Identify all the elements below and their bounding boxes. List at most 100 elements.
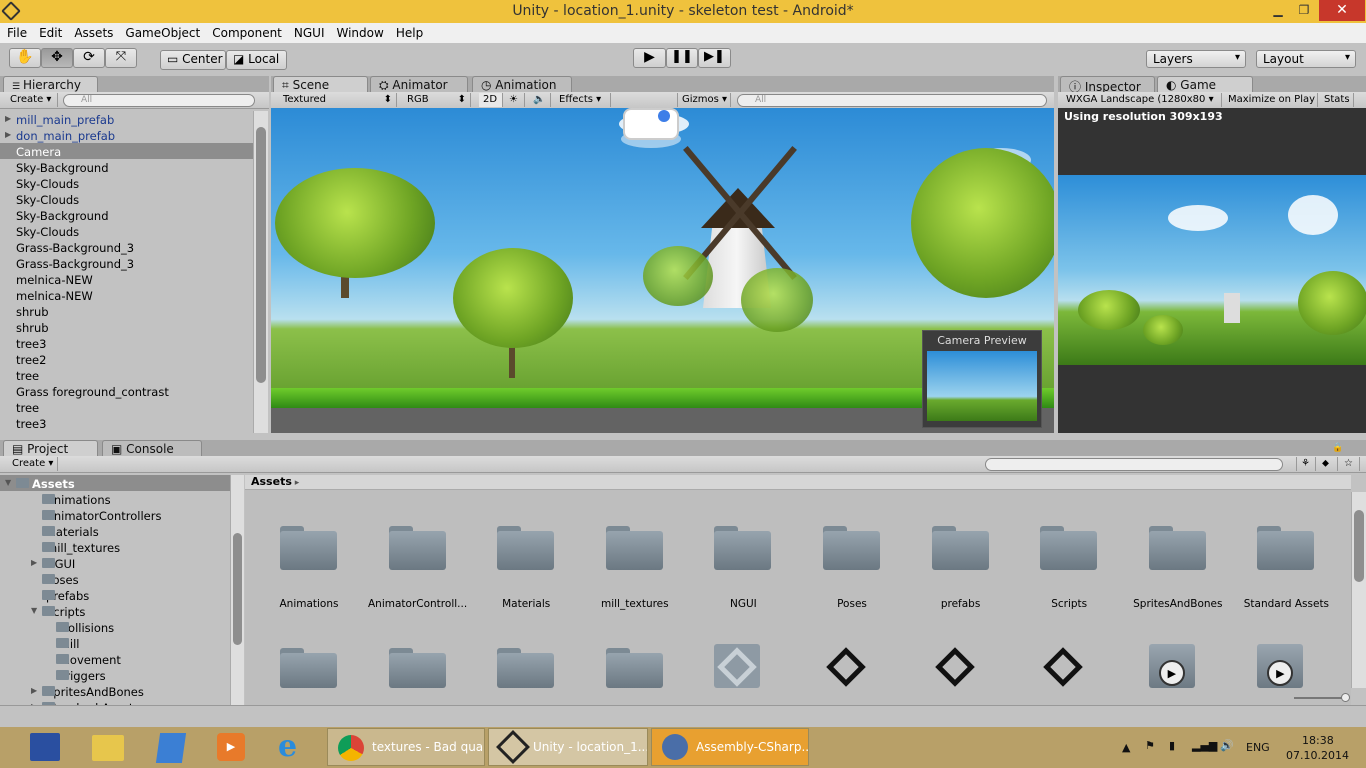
- project-search-input[interactable]: [985, 458, 1283, 471]
- asset-label[interactable]: mill_textures: [581, 598, 689, 610]
- internet-explorer-icon[interactable]: e: [278, 731, 310, 763]
- hierarchy-item[interactable]: ▶ don_main_prefab: [0, 127, 253, 143]
- expand-arrow-icon[interactable]: ▼: [31, 606, 37, 615]
- expand-arrow-icon[interactable]: ▶: [5, 114, 11, 123]
- folder-icon[interactable]: [388, 648, 446, 688]
- asset-label[interactable]: prefabs: [907, 598, 1015, 610]
- hierarchy-item[interactable]: Sky-Clouds: [0, 175, 253, 191]
- folder-icon[interactable]: [605, 526, 663, 570]
- aspect-dropdown[interactable]: WXGA Landscape (1280x80 ▾: [1062, 93, 1222, 107]
- move-tool-button[interactable]: ✥: [41, 48, 73, 68]
- clock-time[interactable]: 18:38: [1302, 734, 1334, 747]
- asset-label[interactable]: Poses: [798, 598, 906, 610]
- tab-project[interactable]: ▤ Project: [3, 440, 98, 456]
- breadcrumb-assets[interactable]: Assets: [245, 475, 292, 488]
- project-tree-item[interactable]: ▼ Scripts: [0, 603, 230, 619]
- hierarchy-item[interactable]: Grass-Background_3: [0, 239, 253, 255]
- project-assets-scrollbar[interactable]: [1351, 492, 1366, 688]
- asset-label[interactable]: Materials: [472, 598, 580, 610]
- project-tree-scrollbar[interactable]: [230, 475, 244, 705]
- menu-component[interactable]: Component: [205, 23, 287, 40]
- hierarchy-item[interactable]: shrub: [0, 303, 253, 319]
- asset-label[interactable]: Scripts: [1015, 598, 1123, 610]
- hierarchy-item[interactable]: tree: [0, 399, 253, 415]
- effects-dropdown[interactable]: Effects ▾: [555, 93, 611, 107]
- hierarchy-search-input[interactable]: All: [63, 94, 255, 107]
- hierarchy-item[interactable]: tree3: [0, 335, 253, 351]
- taskbar-unity[interactable]: Unity - location_1...: [488, 728, 648, 766]
- folder-icon[interactable]: [280, 526, 337, 570]
- shading-dropdown[interactable]: Textured ⬍: [279, 93, 397, 107]
- folder-icon[interactable]: [1257, 526, 1315, 570]
- hierarchy-item[interactable]: Grass-Background_3: [0, 255, 253, 271]
- hierarchy-item[interactable]: Sky-Background: [0, 207, 253, 223]
- taskbar-chrome[interactable]: textures - Bad qua...: [327, 728, 485, 766]
- game-view[interactable]: Using resolution 309x193: [1058, 108, 1366, 433]
- clock-date[interactable]: 07.10.2014: [1286, 749, 1349, 762]
- project-tree-item[interactable]: Triggers: [0, 667, 230, 683]
- hierarchy-scrollbar[interactable]: [253, 111, 268, 433]
- hierarchy-item[interactable]: shrub: [0, 319, 253, 335]
- network-icon[interactable]: ▂▄▆: [1192, 739, 1217, 752]
- hierarchy-item[interactable]: Sky-Background: [0, 159, 253, 175]
- minimize-button[interactable]: ▁: [1266, 0, 1290, 21]
- project-tree-item[interactable]: ▼ Assets: [0, 475, 230, 491]
- project-tree-item[interactable]: Poses: [0, 571, 230, 587]
- show-hidden-icons[interactable]: ▲: [1122, 741, 1130, 754]
- hierarchy-item[interactable]: tree3: [0, 415, 253, 431]
- menu-file[interactable]: File: [0, 23, 32, 40]
- project-tree-item[interactable]: Movement: [0, 651, 230, 667]
- folder-icon[interactable]: [931, 526, 989, 570]
- tab-scene[interactable]: ⌗ Scene: [273, 76, 368, 92]
- menu-edit[interactable]: Edit: [32, 23, 67, 40]
- project-tree-item[interactable]: ▶ SpritesAndBones: [0, 683, 230, 699]
- project-tree-item[interactable]: prefabs: [0, 587, 230, 603]
- hierarchy-item[interactable]: tree: [0, 367, 253, 383]
- project-tree-item[interactable]: AnimatorControllers: [0, 507, 230, 523]
- expand-arrow-icon[interactable]: ▶: [5, 130, 11, 139]
- tab-hierarchy[interactable]: ☰ Hierarchy: [3, 76, 98, 92]
- folder-icon[interactable]: [1040, 526, 1098, 570]
- project-tree-item[interactable]: Animations: [0, 491, 230, 507]
- folder-icon[interactable]: [605, 648, 663, 688]
- hierarchy-item[interactable]: tree2: [0, 351, 253, 367]
- hierarchy-item[interactable]: melnica-NEW: [0, 271, 253, 287]
- play-button[interactable]: ▶: [633, 48, 666, 68]
- filter-type-icon[interactable]: ⚘: [1296, 457, 1316, 471]
- project-tree-item[interactable]: mill_textures: [0, 539, 230, 555]
- folder-icon[interactable]: [823, 526, 880, 570]
- menu-assets[interactable]: Assets: [67, 23, 118, 40]
- tab-animator[interactable]: ⛭ Animator: [370, 76, 468, 92]
- hierarchy-item[interactable]: Camera: [0, 143, 253, 159]
- media-player-icon[interactable]: ▶: [217, 733, 245, 761]
- gizmos-dropdown[interactable]: Gizmos ▾: [677, 93, 731, 107]
- taskbar-monodevelop[interactable]: Assembly-CSharp...: [651, 728, 809, 766]
- audio-icon[interactable]: 🔈: [529, 93, 551, 107]
- pause-button[interactable]: ❚❚: [666, 48, 698, 68]
- unity-scene-icon[interactable]: [932, 644, 978, 688]
- media-asset-icon[interactable]: ▶: [1148, 644, 1195, 688]
- project-tree-item[interactable]: Mill: [0, 635, 230, 651]
- folder-icon[interactable]: [497, 526, 555, 570]
- lock-icon[interactable]: 🔒: [1332, 443, 1343, 453]
- unity-scene-icon[interactable]: [714, 644, 761, 688]
- layers-dropdown[interactable]: Layers: [1146, 50, 1246, 68]
- project-create-dropdown[interactable]: Create ▾: [8, 457, 58, 471]
- tab-inspector[interactable]: ⓘ Inspector: [1060, 76, 1155, 94]
- unity-scene-icon[interactable]: [1040, 644, 1086, 688]
- rotate-tool-button[interactable]: ⟳: [73, 48, 105, 68]
- asset-label[interactable]: Animations: [255, 598, 363, 610]
- asset-label[interactable]: Standard Assets: [1232, 598, 1340, 610]
- volume-icon[interactable]: 🔊: [1220, 739, 1234, 752]
- power-icon[interactable]: ▮: [1169, 739, 1175, 752]
- restore-button[interactable]: ❐: [1292, 0, 1316, 21]
- pivot-center-button[interactable]: ▭ Center: [160, 50, 226, 70]
- hierarchy-item[interactable]: Grass foreground_contrast: [0, 383, 253, 399]
- lighting-icon[interactable]: ☀: [505, 93, 525, 107]
- save-icon[interactable]: [30, 733, 60, 761]
- camera-gizmo-icon[interactable]: [623, 108, 679, 140]
- menu-help[interactable]: Help: [389, 23, 428, 40]
- close-button[interactable]: ✕: [1319, 0, 1365, 21]
- notes-icon[interactable]: [155, 733, 187, 763]
- tab-game[interactable]: ◐ Game: [1157, 76, 1253, 92]
